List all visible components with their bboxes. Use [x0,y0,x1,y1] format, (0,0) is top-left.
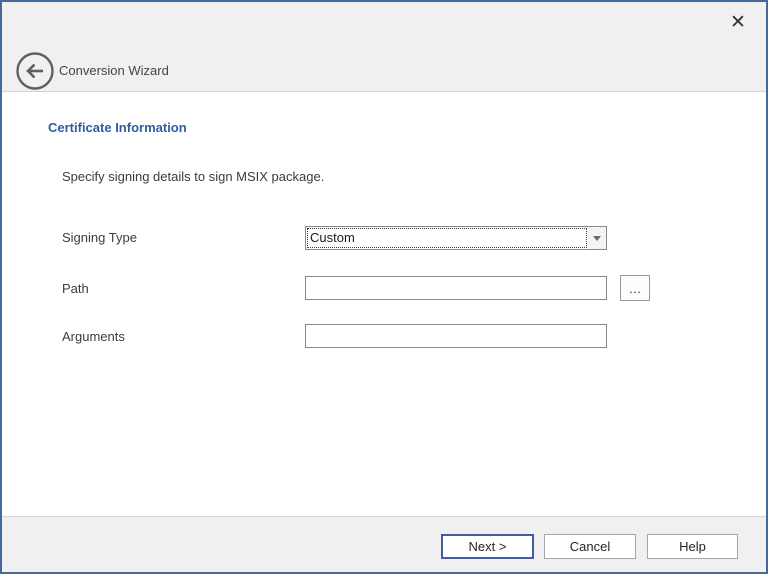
arguments-label: Arguments [62,325,125,349]
conversion-wizard-dialog: ✕ Conversion Wizard Certificate Informat… [0,0,768,574]
page-title: Certificate Information [48,120,187,135]
chevron-down-icon [593,236,601,241]
browse-button[interactable]: … [620,275,650,301]
path-input[interactable] [305,276,607,300]
help-button[interactable]: Help [647,534,738,559]
path-label: Path [62,277,89,301]
next-button[interactable]: Next > [441,534,534,559]
wizard-footer: Next > Cancel Help [2,516,766,572]
close-icon[interactable]: ✕ [724,8,752,36]
page-description: Specify signing details to sign MSIX pac… [62,169,324,184]
wizard-header: ✕ Conversion Wizard [2,2,766,92]
signing-type-value: Custom [306,227,588,249]
signing-type-label: Signing Type [62,226,137,250]
signing-type-combobox[interactable]: Custom [305,226,607,250]
back-button[interactable] [15,51,55,91]
cancel-button[interactable]: Cancel [544,534,636,559]
wizard-title: Conversion Wizard [59,63,169,78]
arguments-input[interactable] [305,324,607,348]
signing-type-dropdown-button[interactable] [588,227,606,249]
wizard-page-content [2,93,766,516]
